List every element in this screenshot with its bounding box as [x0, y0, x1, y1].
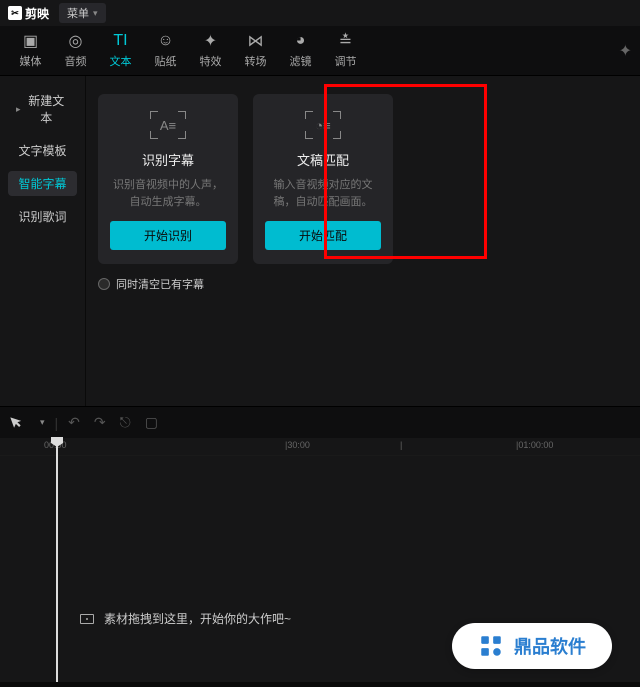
- arrow-right-icon: ▸: [16, 104, 21, 115]
- tool-filter[interactable]: ◕ 滤镜: [278, 32, 323, 69]
- logo-icon: ✂: [8, 6, 22, 20]
- cards-row: A≡ 识别字幕 识别音视频中的人声，自动生成字幕。 开始识别 ◔≡ 文稿匹配 输…: [98, 94, 628, 264]
- media-icon: ▣: [23, 32, 38, 50]
- sidebar-item-text-template[interactable]: 文字模板: [8, 138, 77, 163]
- watermark-text: 鼎品软件: [514, 633, 586, 659]
- sticker-icon: ☺: [157, 32, 173, 50]
- text-icon: TI: [113, 32, 127, 50]
- sidebar: ▸ 新建文本 文字模板 智能字幕 识别歌词: [0, 76, 85, 406]
- card-description: 输入音视频对应的文稿，自动匹配画面。: [265, 177, 381, 211]
- adjust-icon: ≛: [339, 32, 352, 50]
- chevron-down-icon[interactable]: ▾: [40, 417, 45, 428]
- sidebar-item-label: 新建文本: [24, 92, 69, 126]
- titlebar: ✂ 剪映 菜单 ▾: [0, 0, 640, 26]
- timeline-toolbar: ▾ | ↶ ↷ ⎋ ▢: [0, 406, 640, 438]
- filter-icon: ◕: [296, 32, 306, 50]
- tool-effects[interactable]: ✦ 特效: [188, 32, 233, 69]
- sidebar-item-lyrics[interactable]: 识别歌词: [8, 204, 77, 229]
- tool-sticker[interactable]: ☺ 贴纸: [143, 32, 188, 69]
- undo-icon[interactable]: ↶: [68, 414, 80, 431]
- menu-dropdown[interactable]: 菜单 ▾: [59, 3, 106, 23]
- playhead[interactable]: [56, 438, 58, 682]
- card-description: 识别音视频中的人声，自动生成字幕。: [110, 177, 226, 211]
- card-recognize-subtitle: A≡ 识别字幕 识别音视频中的人声，自动生成字幕。 开始识别: [98, 94, 238, 264]
- empty-message-text: 素材拖拽到这里，开始你的大作吧~: [104, 610, 291, 627]
- empty-track-message: 素材拖拽到这里，开始你的大作吧~: [80, 610, 291, 627]
- tick-label: |30:00: [285, 440, 310, 450]
- toolbar-right: ✦: [619, 41, 632, 61]
- tool-transition[interactable]: ⋈ 转场: [233, 32, 278, 69]
- redo-icon[interactable]: ↷: [94, 414, 106, 431]
- card-script-match: ◔≡ 文稿匹配 输入音视频对应的文稿，自动匹配画面。 开始匹配: [253, 94, 393, 264]
- pointer-tool-icon[interactable]: [10, 413, 26, 432]
- tool-text[interactable]: TI 文本: [98, 32, 143, 69]
- content-panel: A≡ 识别字幕 识别音视频中的人声，自动生成字幕。 开始识别 ◔≡ 文稿匹配 输…: [85, 76, 640, 406]
- sidebar-item-label: 智能字幕: [18, 177, 66, 191]
- separator: |: [55, 415, 59, 431]
- start-recognize-button[interactable]: 开始识别: [110, 221, 226, 250]
- main-area: ▸ 新建文本 文字模板 智能字幕 识别歌词 A≡ 识别字幕 识别音视频中的人声，…: [0, 76, 640, 406]
- sidebar-item-smart-subtitle[interactable]: 智能字幕: [8, 171, 77, 196]
- watermark: 鼎品软件: [452, 623, 612, 669]
- menu-label: 菜单: [67, 5, 89, 21]
- audio-icon: ◎: [69, 32, 83, 50]
- tick-label: |01:00:00: [516, 440, 553, 450]
- chevron-down-icon: ▾: [93, 8, 98, 19]
- sidebar-item-new-text[interactable]: ▸ 新建文本: [8, 88, 77, 130]
- split-icon[interactable]: ⎋: [120, 414, 131, 431]
- app-logo: ✂ 剪映: [8, 5, 49, 22]
- tick-mark: |: [400, 440, 402, 450]
- sidebar-item-label: 文字模板: [18, 144, 66, 158]
- checkbox-icon[interactable]: [98, 278, 110, 290]
- transition-icon: ⋈: [248, 32, 264, 50]
- card-title: 识别字幕: [142, 150, 194, 169]
- tool-adjust[interactable]: ≛ 调节: [323, 32, 368, 69]
- toolbar-extra-icon[interactable]: ✦: [619, 41, 632, 61]
- app-name: 剪映: [25, 5, 49, 22]
- card-title: 文稿匹配: [297, 150, 349, 169]
- checkbox-row[interactable]: 同时清空已有字幕: [98, 276, 628, 292]
- timeline-ruler[interactable]: 00:00 |30:00 | |01:00:00: [0, 438, 640, 456]
- tool-media[interactable]: ▣ 媒体: [8, 32, 53, 69]
- media-placeholder-icon: [80, 614, 94, 624]
- sidebar-item-label: 识别歌词: [18, 210, 66, 224]
- effects-icon: ✦: [204, 32, 217, 50]
- card-icon: A≡: [150, 110, 186, 140]
- delete-icon[interactable]: ▢: [145, 414, 158, 431]
- watermark-icon: [478, 633, 504, 659]
- checkbox-label: 同时清空已有字幕: [116, 276, 204, 292]
- main-toolbar: ▣ 媒体 ◎ 音频 TI 文本 ☺ 贴纸 ✦ 特效 ⋈ 转场 ◕ 滤镜 ≛ 调节…: [0, 26, 640, 76]
- start-match-button[interactable]: 开始匹配: [265, 221, 381, 250]
- card-icon: ◔≡: [305, 110, 341, 140]
- tool-audio[interactable]: ◎ 音频: [53, 32, 98, 69]
